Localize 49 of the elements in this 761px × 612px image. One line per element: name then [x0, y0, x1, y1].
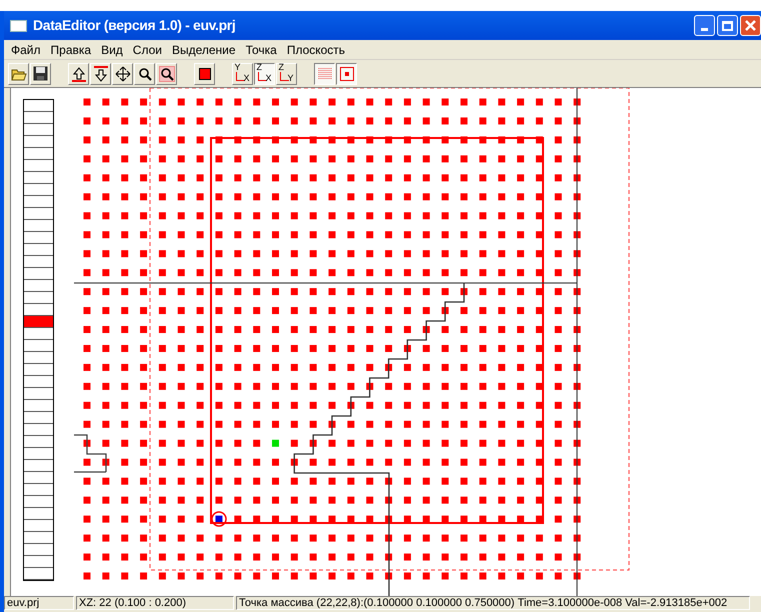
contour-line — [73, 434, 107, 473]
menu-item[interactable]: Слои — [128, 40, 167, 58]
status-pane: Точка массива (22,22,8):(0.100000 0.100000 0.750000) Time=3.100000e-008 Val=-2.913185e+002 — [236, 596, 750, 610]
menu-item[interactable]: Выделение — [166, 40, 241, 58]
axis-label: Y — [234, 62, 241, 72]
arrow-up-icon — [70, 66, 86, 82]
up-button[interactable] — [68, 62, 89, 84]
magnifier-icon — [138, 66, 152, 80]
status-pane: XZ: 22 (0.100 : 0.200) — [76, 596, 234, 610]
fill-swatch-icon — [198, 68, 210, 80]
close-button[interactable] — [740, 15, 761, 36]
open-button[interactable] — [8, 62, 29, 84]
zoom-button[interactable] — [134, 62, 155, 84]
grid-icon — [318, 66, 332, 80]
axis-button[interactable]: Y X — [232, 62, 253, 84]
axis-label: Z — [278, 62, 284, 72]
axis-button[interactable]: Z X — [254, 62, 275, 84]
color-button[interactable] — [194, 62, 215, 84]
menu-item[interactable]: Правка — [46, 40, 96, 58]
menu-item[interactable]: Вид — [96, 40, 128, 58]
save-button[interactable] — [30, 62, 51, 84]
menu-item[interactable]: Точка — [240, 40, 282, 58]
maximize-button[interactable] — [717, 15, 738, 36]
zoom-box-button[interactable] — [156, 62, 177, 84]
minimize-button[interactable] — [694, 15, 715, 36]
selection-circle — [211, 511, 227, 527]
magnifier-icon — [158, 66, 174, 82]
menu-item[interactable]: Плоскость — [282, 40, 350, 58]
window-title: DataEditor (версия 1.0) - euv.prj — [33, 16, 236, 35]
axis-icon — [236, 72, 244, 80]
close-icon — [745, 20, 756, 31]
arrow-down-icon — [92, 66, 108, 82]
axis-icon — [280, 72, 288, 80]
move-button[interactable] — [112, 62, 133, 84]
menu-item[interactable]: Файл — [6, 40, 46, 58]
axis-icon — [258, 72, 266, 80]
axis-label: Y — [288, 74, 294, 82]
folder-icon — [10, 66, 26, 80]
grid-button[interactable] — [314, 62, 335, 84]
down-button[interactable] — [90, 62, 111, 84]
move-arrows-icon — [114, 66, 130, 82]
axis-label: X — [244, 74, 250, 82]
point-frame-icon — [340, 66, 354, 80]
axis-label: Z — [256, 62, 262, 72]
point-button[interactable] — [336, 62, 357, 84]
axis-label: X — [266, 74, 272, 82]
window-icon — [10, 20, 27, 32]
axis-button[interactable]: Z Y — [276, 62, 297, 84]
status-pane: euv.prj — [4, 596, 74, 610]
